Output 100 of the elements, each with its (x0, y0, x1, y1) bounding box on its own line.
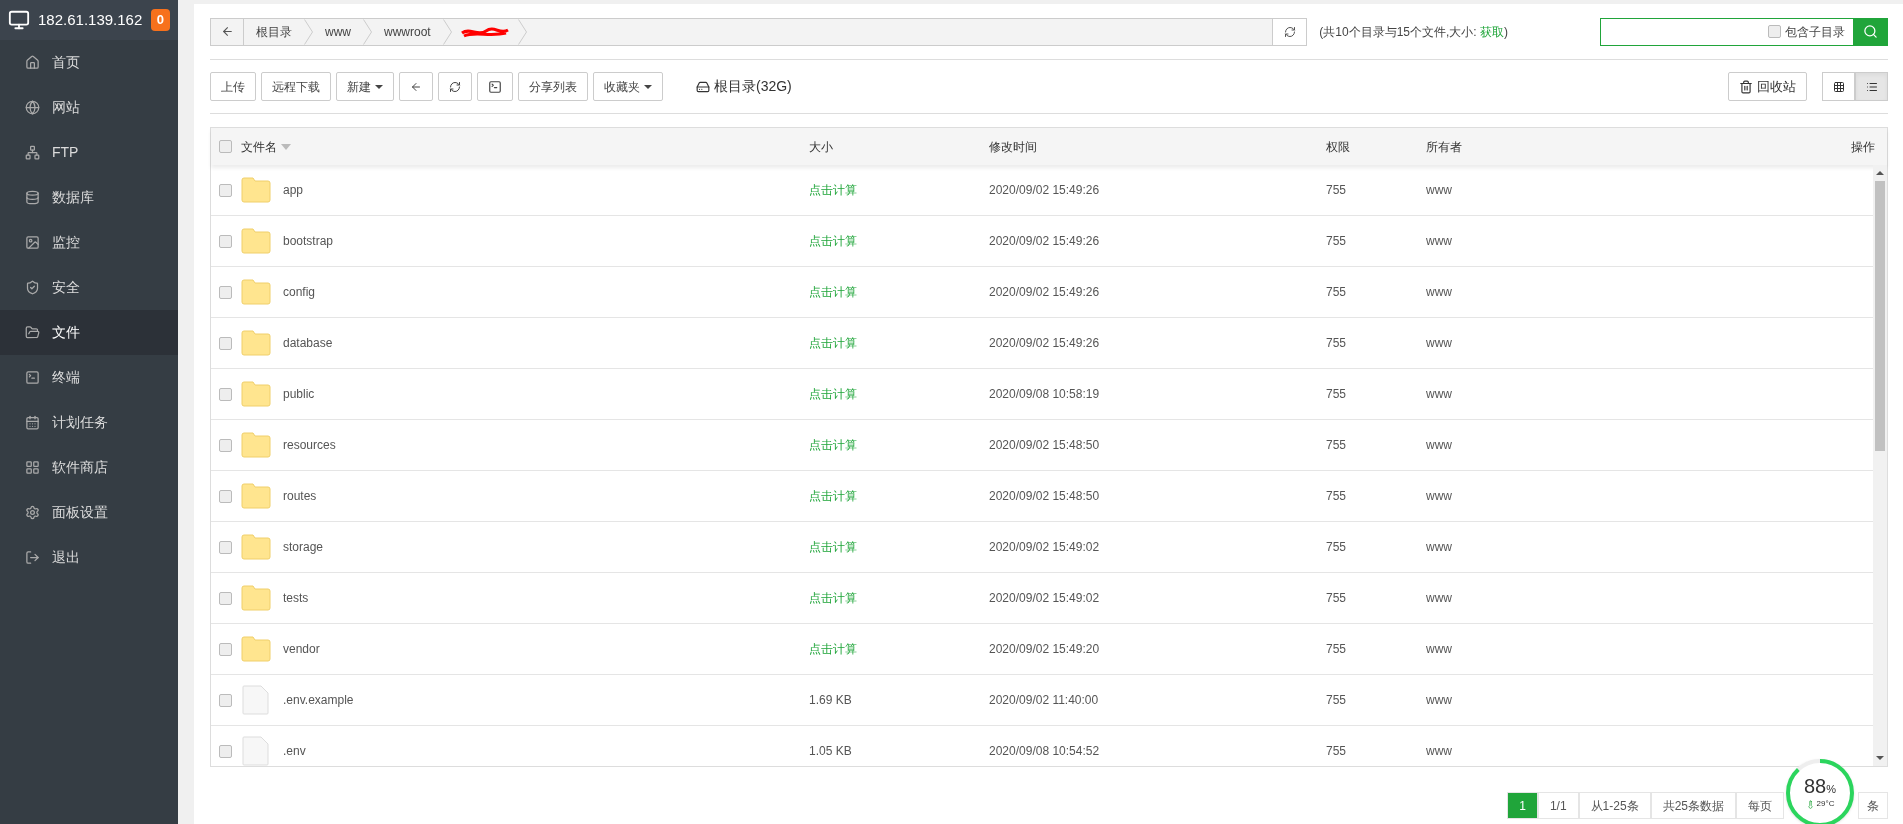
permission: 755 (1326, 540, 1347, 554)
file-name[interactable]: .env.example (283, 691, 354, 709)
checkbox[interactable] (219, 387, 232, 401)
sidebar-item[interactable]: 数据库 (0, 175, 178, 220)
search-field[interactable]: 包含子目录 (1600, 17, 1888, 46)
sidebar-item[interactable]: 终端 (0, 355, 178, 400)
nav-icon (25, 145, 40, 160)
checkbox[interactable] (219, 642, 232, 656)
checkbox[interactable] (219, 591, 232, 605)
pagination-item[interactable]: 从1-25条 (1578, 792, 1651, 819)
disk-label[interactable]: 根目录(32G) (714, 76, 792, 97)
file-name[interactable]: database (283, 334, 333, 352)
table-row[interactable]: routes 点击计算 2020/09/02 15:48:50 755 www (211, 471, 1873, 522)
table-row[interactable]: storage 点击计算 2020/09/02 15:49:02 755 www (211, 522, 1873, 573)
file-name[interactable]: .env (283, 742, 306, 760)
recycle-bin-button[interactable]: 回收站 (1728, 72, 1807, 101)
scrollbar-thumb[interactable] (1875, 181, 1885, 451)
dropdown-button[interactable]: 收藏夹 (593, 72, 663, 101)
checkbox[interactable] (219, 744, 232, 758)
checkbox[interactable] (219, 693, 232, 707)
toolbar-button[interactable]: 远程下载 (261, 72, 331, 101)
terminal-button[interactable] (477, 72, 513, 101)
back-button[interactable] (399, 72, 433, 101)
file-name[interactable]: public (283, 385, 315, 403)
nav-icon (25, 460, 40, 475)
checkbox[interactable] (219, 285, 232, 299)
toolbar-button[interactable]: 分享列表 (518, 72, 588, 101)
nav-icon (25, 505, 40, 520)
column-header[interactable]: 大小 (809, 139, 833, 154)
nav-icon (25, 280, 40, 295)
table-row[interactable]: config 点击计算 2020/09/02 15:49:26 755 www (211, 267, 1873, 318)
table-row[interactable]: database 点击计算 2020/09/02 15:49:26 755 www (211, 318, 1873, 369)
sidebar-item[interactable]: FTP (0, 130, 178, 175)
pagination-item[interactable]: 共25条数据 (1650, 792, 1736, 819)
table-row[interactable]: vendor 点击计算 2020/09/02 15:49:20 755 www (211, 624, 1873, 675)
toolbar-button[interactable]: 上传 (210, 72, 256, 101)
file-name[interactable]: tests (283, 589, 309, 607)
sidebar-item[interactable]: 文件 (0, 310, 178, 355)
modified-time: 2020/09/02 11:40:00 (989, 693, 1099, 707)
back-icon (410, 80, 422, 93)
file-name[interactable]: bootstrap (283, 232, 334, 250)
file-size: 1.05 KB (809, 744, 852, 758)
table-row[interactable]: tests 点击计算 2020/09/02 15:49:02 755 www (211, 573, 1873, 624)
nav-icon (25, 415, 40, 430)
breadcrumb-item[interactable]: www (313, 22, 363, 41)
scrollbar[interactable] (1873, 165, 1887, 766)
checkbox[interactable] (219, 234, 232, 248)
gauge-ring (1786, 759, 1854, 824)
checkbox[interactable] (219, 489, 232, 503)
file-name[interactable]: routes (283, 487, 317, 505)
refresh-button[interactable] (438, 72, 472, 101)
table-row[interactable]: bootstrap 点击计算 2020/09/02 15:49:26 755 www (211, 216, 1873, 267)
modified-time: 2020/09/02 15:49:26 (989, 234, 1100, 248)
breadcrumb-item[interactable]: 根目录 (244, 22, 304, 41)
sidebar-item[interactable]: 安全 (0, 265, 178, 310)
gauge-value: 88% (1804, 776, 1836, 796)
table-row[interactable]: .env.example 1.69 KB 2020/09/02 11:40:00 755 www (211, 675, 1873, 726)
owner: www (1426, 489, 1452, 503)
owner: www (1426, 285, 1452, 299)
sidebar-item[interactable]: 计划任务 (0, 400, 178, 445)
search-button[interactable] (1853, 18, 1887, 45)
file-name[interactable]: app (283, 181, 304, 199)
sidebar-item[interactable]: 退出 (0, 535, 178, 580)
grid-view-button[interactable] (1822, 72, 1855, 101)
grid-icon (1832, 80, 1845, 93)
sidebar-item[interactable]: 首页 (0, 40, 178, 85)
column-header[interactable]: 修改时间 (989, 139, 1037, 154)
sidebar-item[interactable]: 监控 (0, 220, 178, 265)
sidebar-item[interactable]: 面板设置 (0, 490, 178, 535)
table-row[interactable]: resources 点击计算 2020/09/02 15:48:50 755 www (211, 420, 1873, 471)
refresh-button[interactable] (1272, 18, 1307, 45)
search-icon (1862, 24, 1878, 39)
pagination-item[interactable]: 1/1 (1537, 792, 1579, 819)
sidebar-item[interactable]: 软件商店 (0, 445, 178, 490)
checkbox[interactable] (1768, 25, 1781, 38)
table-row[interactable]: public 点击计算 2020/09/08 10:58:19 755 www (211, 369, 1873, 420)
dropdown-button[interactable]: 新建 (336, 72, 394, 101)
terminal-icon (488, 79, 502, 94)
file-name[interactable]: resources (283, 436, 336, 454)
column-header[interactable]: 权限 (1326, 139, 1350, 154)
pagination-item[interactable]: 每页 (1736, 792, 1784, 819)
checkbox[interactable] (219, 183, 232, 197)
file-name[interactable]: storage (283, 538, 324, 556)
load-gauge[interactable]: 88% 29°C (1786, 759, 1854, 824)
checkbox[interactable] (219, 336, 232, 350)
refresh-icon (449, 80, 461, 93)
sidebar-item[interactable]: 网站 (0, 85, 178, 130)
table-row[interactable]: app 点击计算 2020/09/02 15:49:26 755 www (211, 165, 1873, 216)
checkbox[interactable] (219, 540, 232, 554)
file-name[interactable]: vendor (283, 640, 320, 658)
breadcrumb-item[interactable]: wwwroot (372, 22, 443, 41)
file-name[interactable]: config (283, 283, 316, 301)
checkbox[interactable] (219, 438, 232, 452)
owner: www (1426, 693, 1452, 707)
thermometer-icon (1805, 799, 1815, 809)
column-header[interactable]: 所有者 (1426, 139, 1462, 154)
column-header[interactable]: 文件名 (241, 137, 277, 156)
checkbox[interactable] (219, 140, 232, 153)
permission: 755 (1326, 642, 1347, 656)
owner: www (1426, 336, 1452, 350)
